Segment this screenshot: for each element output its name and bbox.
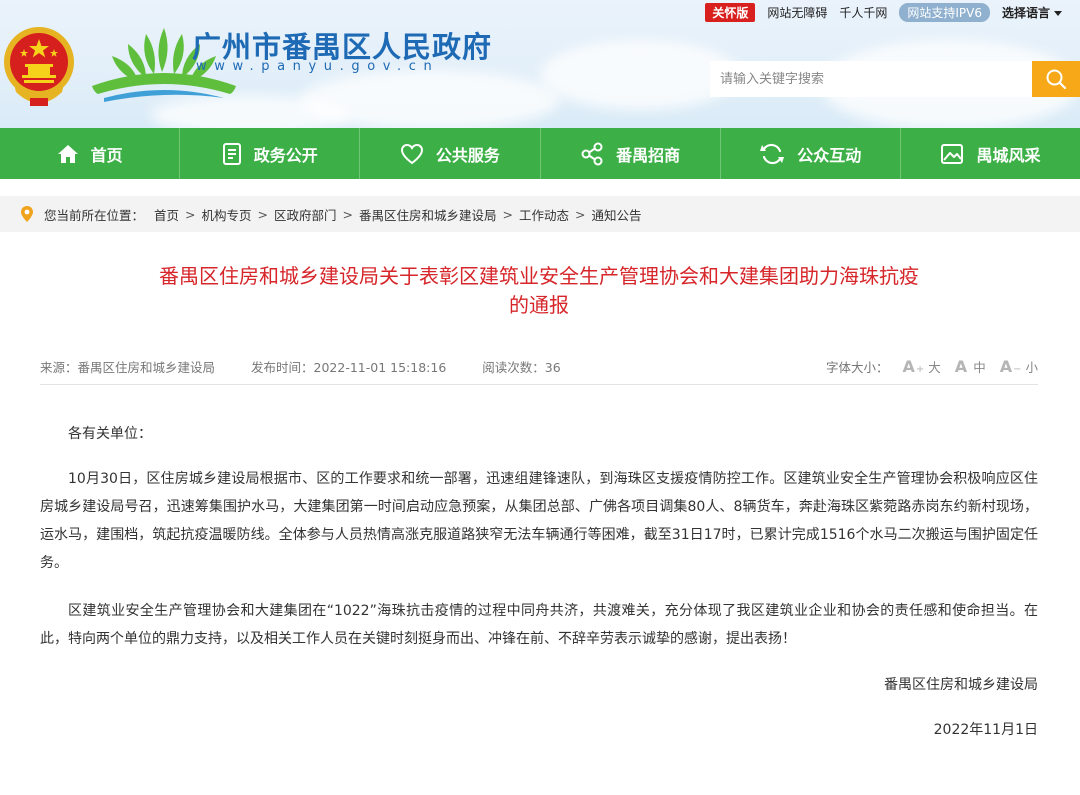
- nav-item-label: 公共服务: [435, 145, 500, 165]
- article-greeting: 各有关单位：: [68, 426, 152, 442]
- accessibility-link[interactable]: 网站无障碍: [767, 4, 827, 21]
- article-source: 来源：番禺区住房和城乡建设局: [40, 359, 216, 375]
- nav-item-home[interactable]: 首页: [0, 128, 181, 179]
- picture-icon: [941, 143, 964, 164]
- nav-item-public-interaction[interactable]: 公众互动: [721, 128, 901, 179]
- document-icon: [222, 142, 241, 165]
- breadcrumb-separator: >: [342, 206, 354, 222]
- nav-item-label: 禺城风采: [976, 145, 1041, 165]
- nav-item-public-service[interactable]: 公共服务: [360, 128, 541, 179]
- search-input[interactable]: [710, 61, 1032, 97]
- font-size-label: 字体大小：: [825, 359, 889, 375]
- signature-date: 2022年11月1日: [933, 722, 1038, 738]
- font-medium-glyph-icon: A: [954, 356, 968, 376]
- article-views: 阅读次数：36: [482, 359, 561, 375]
- refresh-icon: [760, 143, 785, 164]
- top-links: 关怀版 网站无障碍 千人千网 网站支持IPV6 选择语言: [705, 2, 1062, 22]
- share-icon: [581, 142, 603, 165]
- care-mode-button[interactable]: 关怀版: [705, 2, 756, 22]
- font-small-glyph-icon: A: [999, 356, 1013, 376]
- breadcrumb-item-district-departments[interactable]: 区政府部门: [274, 205, 337, 224]
- nav-item-government-affairs[interactable]: 政务公开: [180, 128, 361, 179]
- nav-item-label: 番禺招商: [616, 145, 681, 165]
- font-large-label: 大: [928, 359, 941, 375]
- font-size-control: 字体大小： A + 大 A 中 A − 小: [826, 357, 1038, 376]
- nav-item-investment[interactable]: 番禺招商: [541, 128, 721, 179]
- heart-icon: [400, 143, 423, 164]
- site-url: www.panyu.gov.cn: [196, 59, 440, 74]
- location-pin-icon: [21, 206, 33, 222]
- minus-icon: −: [1013, 363, 1022, 375]
- article-paragraph: 10月30日，区住房城乡建设局根据市、区的工作要求和统一部署，迅速组建锋速队，到…: [40, 471, 1038, 571]
- breadcrumb: 您当前所在位置： 首页 > 机构专页 > 区政府部门 > 番禺区住房和城乡建设局…: [0, 196, 1080, 232]
- meta-divider: [40, 384, 1038, 385]
- signature-organization: 番禺区住房和城乡建设局: [884, 677, 1038, 693]
- font-size-medium-button[interactable]: A 中: [955, 357, 986, 376]
- breadcrumb-item-work-news[interactable]: 工作动态: [519, 205, 569, 224]
- breadcrumb-separator: >: [502, 206, 514, 222]
- breadcrumb-item-notices[interactable]: 通知公告: [592, 205, 642, 224]
- font-small-label: 小: [1025, 359, 1038, 375]
- article-publish-time: 发布时间：2022-11-01 15:18:16: [251, 359, 447, 375]
- breadcrumb-separator: >: [257, 206, 269, 222]
- qianren-link[interactable]: 千人千网: [839, 4, 887, 21]
- nav-item-label: 公众互动: [797, 145, 862, 165]
- ipv6-badge[interactable]: 网站支持IPV6: [899, 2, 990, 22]
- site-header: 关怀版 网站无障碍 千人千网 网站支持IPV6 选择语言 广州市番禺区人民政府 …: [0, 0, 1080, 128]
- font-medium-label: 中: [973, 359, 986, 375]
- search-bar: [710, 61, 1080, 97]
- breadcrumb-separator: >: [575, 206, 586, 222]
- breadcrumb-separator: >: [185, 206, 196, 222]
- language-selector[interactable]: 选择语言: [1002, 4, 1062, 21]
- font-size-large-button[interactable]: A + 大: [903, 357, 941, 376]
- breadcrumb-item-housing-bureau[interactable]: 番禺区住房和城乡建设局: [359, 205, 497, 224]
- nav-item-city-scenery[interactable]: 禺城风采: [901, 128, 1080, 179]
- plus-icon: +: [915, 363, 925, 375]
- article-title: 番禺区住房和城乡建设局关于表彰区建筑业安全生产管理协会和大建集团助力海珠抗疫 的…: [40, 262, 1038, 320]
- breadcrumb-prefix: 您当前所在位置：: [44, 207, 145, 223]
- nav-item-label: 政务公开: [253, 145, 318, 165]
- breadcrumb-item-home[interactable]: 首页: [154, 205, 179, 224]
- search-button[interactable]: [1032, 61, 1080, 97]
- article-title-line2: 的通报: [509, 293, 569, 317]
- breadcrumb-item-departments[interactable]: 机构专页: [202, 205, 252, 224]
- home-icon: [57, 144, 78, 163]
- national-emblem-icon: [4, 27, 74, 106]
- main-nav: 首页 政务公开 公共服务 番禺招商 公众互动 禺城风采: [0, 128, 1080, 179]
- nav-item-label: 首页: [90, 145, 123, 165]
- article-body: 各有关单位： 10月30日，区住房城乡建设局根据市、区的工作要求和统一部署，迅速…: [40, 420, 1038, 738]
- article-paragraph: 区建筑业安全生产管理协会和大建集团在“1022”海珠抗击疫情的过程中同舟共济，共…: [40, 603, 1038, 647]
- font-size-small-button[interactable]: A − 小: [1000, 357, 1038, 376]
- font-large-glyph-icon: A: [902, 356, 915, 376]
- search-icon: [1046, 69, 1067, 90]
- article-meta: 来源：番禺区住房和城乡建设局 发布时间：2022-11-01 15:18:16 …: [40, 356, 1038, 376]
- article-title-line1: 番禺区住房和城乡建设局关于表彰区建筑业安全生产管理协会和大建集团助力海珠抗疫: [159, 264, 919, 288]
